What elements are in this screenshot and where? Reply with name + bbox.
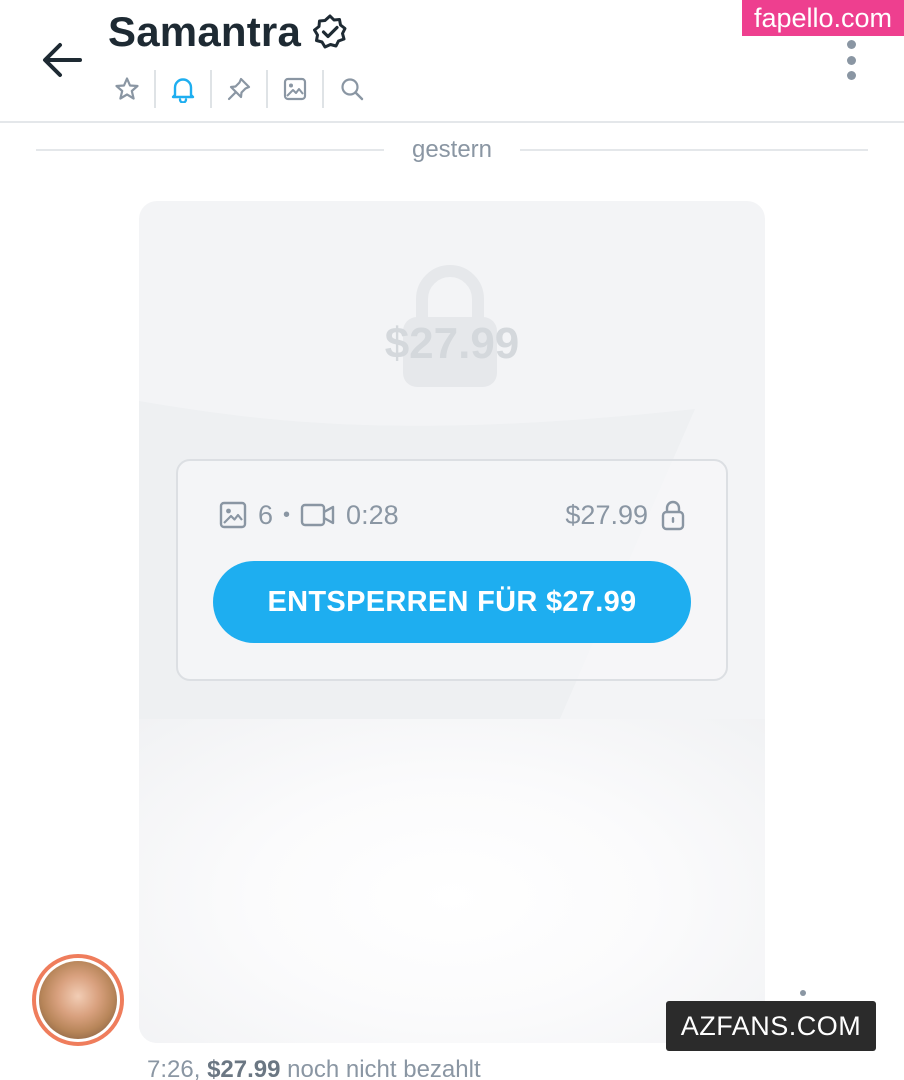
dot	[800, 990, 806, 996]
video-duration: 0:28	[346, 499, 399, 530]
chat-title[interactable]: Samantra	[108, 8, 301, 56]
separator-dot: •	[283, 503, 291, 526]
avatar-image	[39, 961, 117, 1039]
unlock-button[interactable]: ENTSPERREN FÜR $27.99	[213, 561, 691, 643]
message-status: 7:26, $27.99 noch nicht bezahlt	[147, 1056, 481, 1080]
back-button[interactable]	[36, 34, 88, 86]
video-icon	[300, 500, 336, 530]
favorite-button[interactable]	[100, 70, 156, 108]
message-time: 7:26,	[147, 1056, 201, 1080]
image-icon	[218, 500, 248, 530]
notifications-button[interactable]	[156, 70, 212, 108]
media-count: 6	[258, 499, 274, 530]
locked-message-bubble[interactable]: $27.99 6 • 0:28 $27.99 ENTSPERREN FÜR $2…	[139, 201, 765, 1043]
bell-icon	[171, 78, 195, 103]
arrow-left-icon	[43, 43, 82, 77]
locked-price: $27.99	[384, 319, 520, 368]
status-price: $27.99	[207, 1056, 281, 1080]
divider	[36, 149, 384, 151]
blurred-preview	[139, 719, 765, 1043]
chat-actions	[100, 70, 380, 108]
image-icon	[283, 77, 307, 101]
watermark-bottom: AZFANS.COM	[666, 1001, 876, 1051]
dot	[846, 71, 856, 80]
star-icon	[115, 77, 139, 100]
media-info-row: 6 • 0:28 $27.99	[218, 497, 686, 533]
more-options-button[interactable]	[834, 38, 868, 82]
pin-button[interactable]	[212, 70, 268, 108]
locked-content-card: 6 • 0:28 $27.99 ENTSPERREN FÜR $27.99	[176, 459, 728, 681]
dot	[846, 40, 856, 49]
date-separator: gestern	[36, 132, 868, 168]
card-price: $27.99	[565, 499, 648, 530]
divider	[520, 149, 868, 151]
watermark-top: fapello.com	[742, 0, 904, 36]
media-button[interactable]	[268, 70, 324, 108]
padlock-icon	[660, 499, 686, 531]
pin-icon	[227, 77, 251, 101]
payment-status: noch nicht bezahlt	[287, 1056, 481, 1080]
search-button[interactable]	[324, 70, 380, 108]
title-row: Samantra	[108, 8, 349, 56]
verified-badge-icon	[311, 13, 349, 51]
date-label: gestern	[411, 136, 493, 163]
dot	[846, 55, 856, 65]
search-icon	[341, 78, 364, 101]
sender-avatar[interactable]	[32, 954, 124, 1046]
